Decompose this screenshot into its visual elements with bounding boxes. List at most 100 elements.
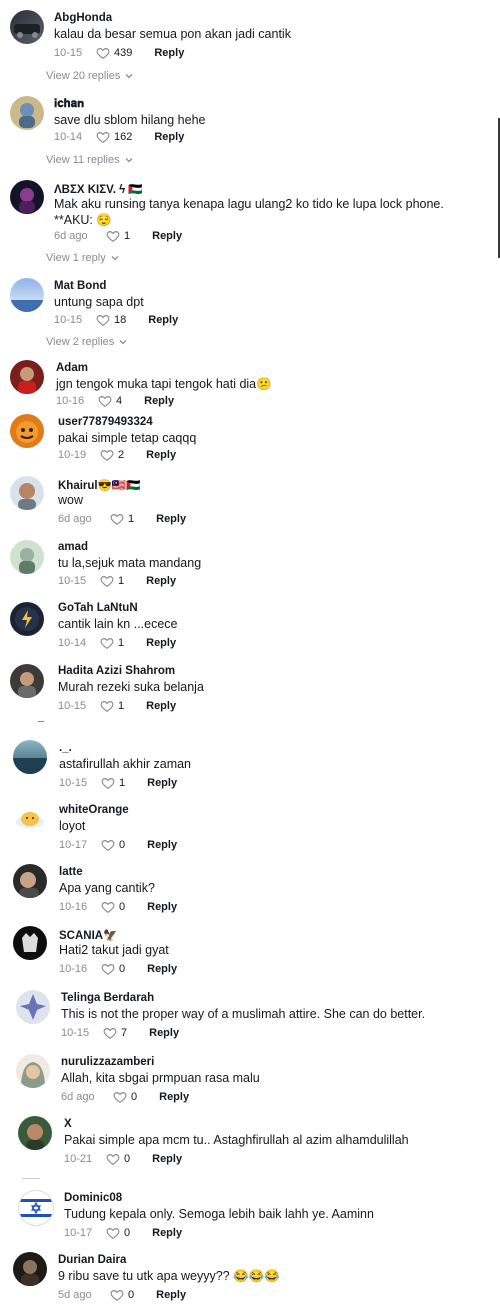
like-button[interactable]: 1 xyxy=(100,636,146,650)
reply-button[interactable]: Reply xyxy=(152,1227,182,1239)
like-count: 0 xyxy=(124,1227,131,1239)
like-button[interactable]: 0 xyxy=(101,838,147,852)
reply-button[interactable]: Reply xyxy=(146,449,176,461)
like-button[interactable]: 7 xyxy=(103,1026,149,1040)
view-replies-button[interactable]: View 11 replies xyxy=(46,154,134,166)
comment-meta: 10-19 2 Reply xyxy=(58,448,176,462)
comment-username[interactable]: nurulizzazamberi xyxy=(61,1056,154,1068)
reply-button[interactable]: Reply xyxy=(152,230,182,242)
avatar[interactable] xyxy=(13,740,47,774)
like-count: 1 xyxy=(124,230,131,242)
like-button[interactable]: 1 xyxy=(101,776,147,790)
like-button[interactable]: 18 xyxy=(96,313,148,327)
reply-button[interactable]: Reply xyxy=(147,901,177,913)
comment-username[interactable]: Mat Bond xyxy=(54,280,106,292)
avatar[interactable] xyxy=(10,278,44,312)
comment-date: 10-14 xyxy=(58,637,87,649)
like-button[interactable]: 4 xyxy=(98,394,144,408)
like-button[interactable]: 0 xyxy=(110,1288,156,1302)
comment-text: wow xyxy=(58,493,84,507)
like-button[interactable]: 1 xyxy=(110,512,156,526)
reply-button[interactable]: Reply xyxy=(146,700,176,712)
reply-button[interactable]: Reply xyxy=(149,1027,179,1039)
comment-username[interactable]: ΛΒΣΧ ΚΙΣV. ϟ 🇵🇸 xyxy=(54,182,143,196)
reply-button[interactable]: Reply xyxy=(154,47,184,59)
heart-outline-icon xyxy=(100,638,114,649)
reply-button[interactable]: Reply xyxy=(146,575,176,587)
reply-button[interactable]: Reply xyxy=(156,1289,186,1301)
comment-meta: 10-17 0 Reply xyxy=(59,838,177,852)
comment-date: 6d ago xyxy=(54,230,88,242)
avatar[interactable] xyxy=(16,990,50,1024)
like-button[interactable]: 2 xyxy=(100,448,146,462)
avatar[interactable] xyxy=(10,96,44,130)
reply-button[interactable]: Reply xyxy=(152,1153,182,1165)
view-replies-button[interactable]: View 1 reply xyxy=(46,252,120,264)
like-button[interactable]: 1 xyxy=(100,699,146,713)
comment-username[interactable]: Durian Daira xyxy=(58,1254,126,1266)
heart-outline-icon xyxy=(100,450,114,461)
comment-username[interactable]: Khairul😎🇲🇾🇵🇸 xyxy=(58,478,141,492)
avatar[interactable] xyxy=(10,360,44,394)
comment-username[interactable]: Telinga Berdarah xyxy=(61,992,154,1004)
reply-button[interactable]: Reply xyxy=(156,513,186,525)
like-count: 0 xyxy=(124,1153,131,1165)
reply-button[interactable]: Reply xyxy=(148,314,178,326)
avatar[interactable] xyxy=(13,1252,47,1286)
comment-text: kalau da besar semua pon akan jadi canti… xyxy=(54,27,291,41)
avatar[interactable] xyxy=(10,414,44,448)
avatar[interactable] xyxy=(13,802,47,836)
avatar[interactable] xyxy=(18,1116,52,1150)
comment-meta: 10-16 4 Reply xyxy=(56,394,174,408)
view-replies-button[interactable]: View 20 replies xyxy=(46,70,134,82)
comment-username[interactable]: Hadita Azizi Shahrom xyxy=(58,665,175,677)
like-button[interactable]: 0 xyxy=(101,900,147,914)
comment-username[interactable]: amad xyxy=(58,541,88,553)
like-button[interactable]: 0 xyxy=(101,962,147,976)
comment-username[interactable]: ._. xyxy=(59,742,72,754)
comment-username[interactable]: latte xyxy=(59,866,83,878)
heart-outline-icon xyxy=(96,132,110,143)
like-button[interactable]: 0 xyxy=(113,1090,159,1104)
comment-username[interactable]: SCANIA🦅 xyxy=(59,928,117,942)
chevron-down-icon xyxy=(125,158,133,163)
reply-button[interactable]: Reply xyxy=(146,637,176,649)
like-button[interactable]: 1 xyxy=(106,229,152,243)
reply-button[interactable]: Reply xyxy=(147,963,177,975)
reply-button[interactable]: Reply xyxy=(154,131,184,143)
comment-text: Murah rezeki suka belanja xyxy=(58,680,204,694)
avatar[interactable] xyxy=(10,10,44,44)
like-button[interactable]: 439 xyxy=(96,46,154,60)
avatar[interactable] xyxy=(10,602,44,636)
comment-meta: 5d ago 0 Reply xyxy=(58,1288,186,1302)
comment-username[interactable]: Adam xyxy=(56,362,88,374)
comment-username[interactable]: GoTah LaNtuN xyxy=(58,602,138,614)
like-button[interactable]: 0 xyxy=(106,1152,152,1166)
heart-outline-icon xyxy=(113,1092,127,1103)
comment-meta: 10-14 162 Reply xyxy=(54,130,184,144)
avatar[interactable] xyxy=(10,540,44,574)
reply-button[interactable]: Reply xyxy=(159,1091,189,1103)
avatar[interactable] xyxy=(10,476,44,510)
avatar[interactable] xyxy=(16,1054,50,1088)
comment-text: Mak aku runsing tanya kenapa lagu ulang2… xyxy=(54,197,444,227)
avatar[interactable] xyxy=(13,864,47,898)
comment-username[interactable]: AbgHonda xyxy=(54,12,112,24)
view-replies-button[interactable]: View 2 replies xyxy=(46,336,128,348)
comment-username[interactable]: X xyxy=(64,1118,72,1130)
avatar[interactable] xyxy=(10,180,44,214)
reply-button[interactable]: Reply xyxy=(144,395,174,407)
like-button[interactable]: 162 xyxy=(96,130,154,144)
like-button[interactable]: 1 xyxy=(100,574,146,588)
comment-username[interactable]: whiteOrange xyxy=(59,804,129,816)
comment-username[interactable]: user77879493324 xyxy=(58,416,153,428)
comment-meta: 10-15 1 Reply xyxy=(58,699,176,713)
like-button[interactable]: 0 xyxy=(106,1226,152,1240)
reply-button[interactable]: Reply xyxy=(147,839,177,851)
comment-username[interactable]: 𝐢𝐜𝐡𝐚𝐧 xyxy=(54,98,84,111)
comment-username[interactable]: Dominic08 xyxy=(64,1192,122,1204)
avatar[interactable] xyxy=(13,926,47,960)
avatar[interactable] xyxy=(18,1190,54,1226)
avatar[interactable] xyxy=(10,664,44,698)
reply-button[interactable]: Reply xyxy=(147,777,177,789)
